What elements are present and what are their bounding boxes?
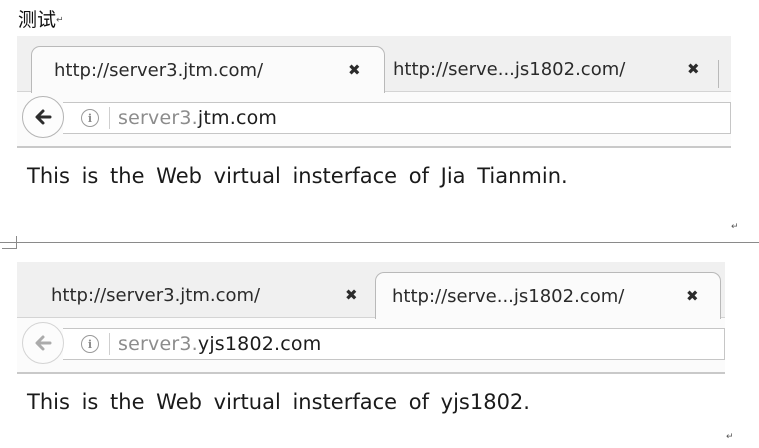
- tab-title: http://server3.jtm.com/: [54, 59, 264, 81]
- close-icon[interactable]: ✖: [687, 60, 700, 78]
- back-button[interactable]: [22, 322, 64, 364]
- heading-text: 测试: [18, 9, 57, 31]
- browser-screenshot-1: http://server3.jtm.com/ ✖ http://serve..…: [17, 36, 731, 222]
- tab-server3-jtm[interactable]: http://server3.jtm.com/ ✖: [31, 46, 385, 93]
- url-separator: [109, 333, 110, 355]
- url-text[interactable]: server3.jtm.com: [118, 107, 277, 129]
- tab-yjs1802[interactable]: http://serve...js1802.com/ ✖: [391, 46, 727, 92]
- tab-separator: [718, 60, 719, 88]
- url-bar[interactable]: i server3.jtm.com: [63, 102, 731, 134]
- back-button[interactable]: [22, 96, 64, 138]
- margin-corner-mark: [2, 236, 17, 249]
- close-icon[interactable]: ✖: [348, 61, 361, 79]
- tab-title: http://serve...js1802.com/: [392, 285, 625, 307]
- back-arrow-icon: [35, 335, 52, 351]
- close-icon[interactable]: ✖: [686, 287, 699, 305]
- url-domain: yjs1802.com: [197, 333, 322, 355]
- tab-yjs1802[interactable]: http://serve...js1802.com/ ✖: [375, 272, 721, 319]
- paragraph-mark: ↵: [56, 15, 64, 26]
- navigation-bar: i server3.yjs1802.com: [17, 318, 725, 374]
- url-separator: [109, 107, 110, 129]
- back-arrow-icon: [35, 109, 52, 125]
- url-text[interactable]: server3.yjs1802.com: [118, 333, 321, 355]
- url-domain: jtm.com: [197, 107, 278, 129]
- document-heading: 测试↵: [18, 5, 64, 32]
- tab-title: http://serve...js1802.com/: [393, 58, 626, 80]
- browser-screenshot-2: http://server3.jtm.com/ ✖ http://serve..…: [17, 262, 725, 448]
- paragraph-mark: ↵: [726, 432, 734, 442]
- page-content: This is the Web virtual insterface of yj…: [27, 390, 530, 414]
- url-host-prefix: server3.: [118, 107, 198, 129]
- navigation-bar: i server3.jtm.com: [17, 92, 731, 148]
- tab-bar: http://server3.jtm.com/ ✖ http://serve..…: [17, 36, 731, 93]
- url-bar[interactable]: i server3.yjs1802.com: [63, 328, 725, 360]
- info-icon[interactable]: i: [81, 335, 99, 353]
- paragraph-mark: ↵: [731, 222, 739, 232]
- tab-bar: http://server3.jtm.com/ ✖ http://serve..…: [17, 262, 725, 319]
- tab-server3-jtm[interactable]: http://server3.jtm.com/ ✖: [31, 272, 371, 318]
- close-icon[interactable]: ✖: [345, 286, 358, 304]
- url-host-prefix: server3.: [118, 333, 198, 355]
- page-content: This is the Web virtual insterface of Ji…: [27, 164, 568, 188]
- tab-title: http://server3.jtm.com/: [51, 284, 261, 306]
- info-icon[interactable]: i: [81, 109, 99, 127]
- page-divider: [0, 242, 759, 243]
